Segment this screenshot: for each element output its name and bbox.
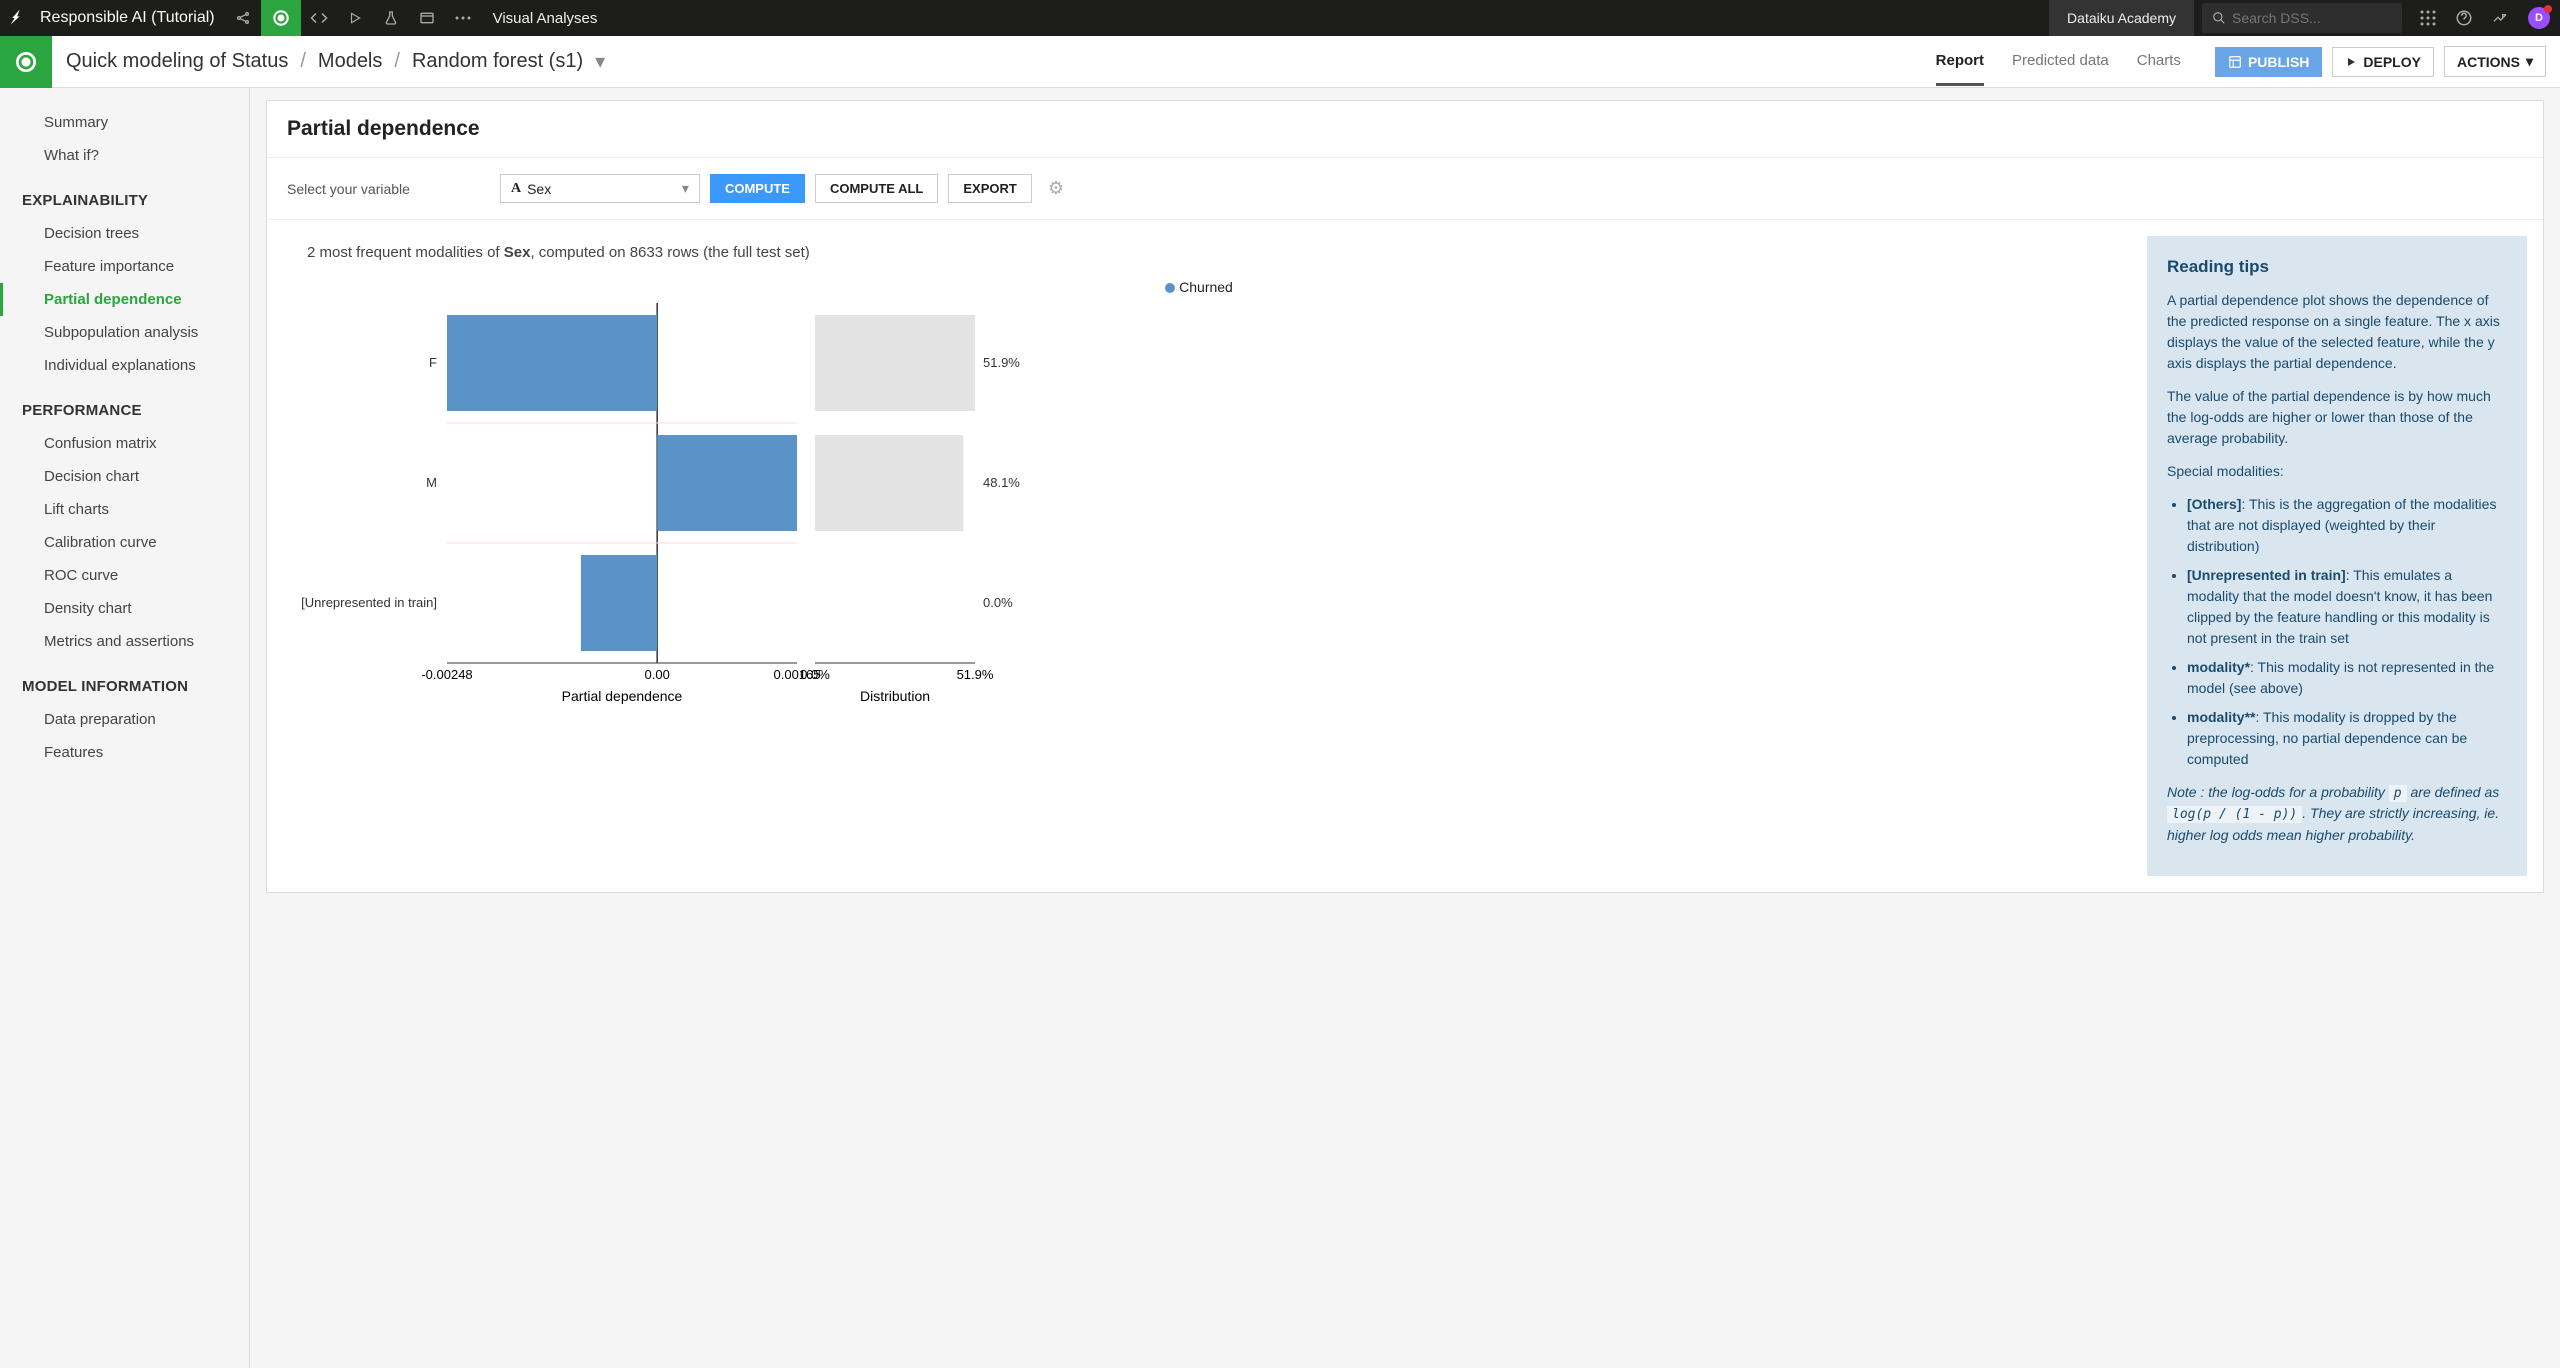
sidebar-section: PERFORMANCE [0, 382, 249, 427]
search-icon [2212, 11, 2226, 25]
tips-bullet: [Unrepresented in train]: This emulates … [2187, 565, 2507, 649]
play-icon[interactable] [337, 0, 373, 36]
compute-all-button[interactable]: COMPUTE ALL [815, 174, 938, 203]
sidebar-item-calibration-curve[interactable]: Calibration curve [0, 526, 249, 559]
sidebar-item-confusion-matrix[interactable]: Confusion matrix [0, 427, 249, 460]
sidebar-item-what-if-[interactable]: What if? [0, 139, 249, 172]
export-button[interactable]: EXPORT [948, 174, 1031, 203]
breadcrumb-item[interactable]: Random forest (s1) [412, 50, 583, 73]
project-icon[interactable] [0, 36, 52, 88]
sidebar-item-individual-explanations[interactable]: Individual explanations [0, 349, 249, 382]
publish-button[interactable]: PUBLISH [2215, 47, 2322, 77]
svg-text:0.00: 0.00 [645, 667, 670, 682]
search-input[interactable] [2232, 10, 2382, 26]
activity-icon[interactable] [2482, 0, 2518, 36]
breadcrumb: Quick modeling of Status / Models / Rand… [52, 49, 605, 74]
svg-text:M: M [426, 475, 437, 490]
apps-icon[interactable] [2410, 0, 2446, 36]
play-icon [2345, 56, 2357, 68]
chart-legend: Churned [287, 279, 2111, 295]
sidebar-item-decision-trees[interactable]: Decision trees [0, 217, 249, 250]
chart-caption: 2 most frequent modalities of Sex, compu… [287, 240, 2111, 279]
select-label: Select your variable [287, 181, 410, 197]
sidebar-item-roc-curve[interactable]: ROC curve [0, 559, 249, 592]
dataiku-logo[interactable] [0, 0, 36, 36]
sidebar-section: EXPLAINABILITY [0, 172, 249, 217]
svg-text:F: F [429, 355, 437, 370]
search-box[interactable] [2202, 3, 2402, 33]
dashboard-icon [2228, 55, 2242, 69]
project-title[interactable]: Responsible AI (Tutorial) [36, 9, 225, 27]
chevron-down-icon: ▾ [2526, 53, 2533, 70]
actions-button[interactable]: ACTIONS ▾ [2444, 46, 2546, 77]
breadcrumb-item[interactable]: Models [318, 50, 382, 73]
gear-icon[interactable]: ⚙ [1042, 178, 1070, 199]
share-icon[interactable] [225, 0, 261, 36]
page-title: Partial dependence [287, 117, 2523, 141]
user-avatar[interactable]: D [2528, 7, 2550, 29]
reading-tips: Reading tips A partial dependence plot s… [2147, 236, 2527, 876]
svg-text:-0.00248: -0.00248 [421, 667, 472, 682]
svg-text:51.9%: 51.9% [957, 667, 994, 682]
academy-link[interactable]: Dataiku Academy [2049, 0, 2194, 36]
sidebar-item-features[interactable]: Features [0, 736, 249, 769]
sidebar-item-lift-charts[interactable]: Lift charts [0, 493, 249, 526]
svg-text:0.0%: 0.0% [983, 595, 1013, 610]
help-icon[interactable] [2446, 0, 2482, 36]
tips-bullet: modality*: This modality is not represen… [2187, 657, 2507, 699]
svg-text:Partial dependence: Partial dependence [562, 688, 683, 704]
sidebar-item-decision-chart[interactable]: Decision chart [0, 460, 249, 493]
font-icon: A [511, 181, 521, 197]
sidebar: SummaryWhat if?EXPLAINABILITYDecision tr… [0, 88, 250, 1368]
svg-text:[Unrepresented in train]: [Unrepresented in train] [301, 595, 437, 610]
variable-select[interactable]: A Sex ▾ [500, 174, 700, 203]
sidebar-item-data-preparation[interactable]: Data preparation [0, 703, 249, 736]
dashboard-icon[interactable] [409, 0, 445, 36]
sidebar-item-subpopulation-analysis[interactable]: Subpopulation analysis [0, 316, 249, 349]
deploy-button[interactable]: DEPLOY [2332, 47, 2434, 77]
chevron-down-icon: ▾ [682, 180, 689, 197]
chevron-down-icon[interactable]: ▾ [595, 49, 605, 74]
flow-icon[interactable] [261, 0, 301, 36]
sidebar-section: MODEL INFORMATION [0, 658, 249, 703]
tips-bullet: modality**: This modality is dropped by … [2187, 707, 2507, 770]
tab-report[interactable]: Report [1936, 38, 1984, 86]
partial-dependence-chart: 51.9% F 48.1% M 0.0% [Unrepresented in train]… [287, 303, 2111, 713]
compute-button[interactable]: COMPUTE [710, 174, 805, 203]
nav-crumb[interactable]: Visual Analyses [481, 10, 610, 27]
sidebar-item-summary[interactable]: Summary [0, 106, 249, 139]
lab-icon[interactable] [373, 0, 409, 36]
sidebar-item-density-chart[interactable]: Density chart [0, 592, 249, 625]
tips-bullet: [Others]: This is the aggregation of the… [2187, 494, 2507, 557]
more-icon[interactable] [445, 0, 481, 36]
tab-charts[interactable]: Charts [2137, 38, 2181, 86]
sidebar-item-partial-dependence[interactable]: Partial dependence [0, 283, 249, 316]
sidebar-item-metrics-and-assertions[interactable]: Metrics and assertions [0, 625, 249, 658]
svg-text:48.1%: 48.1% [983, 475, 1020, 490]
svg-text:Distribution: Distribution [860, 688, 930, 704]
sidebar-item-feature-importance[interactable]: Feature importance [0, 250, 249, 283]
notification-dot [2544, 5, 2552, 13]
code-icon[interactable] [301, 0, 337, 36]
svg-text:51.9%: 51.9% [983, 355, 1020, 370]
tab-predicted-data[interactable]: Predicted data [2012, 38, 2109, 86]
breadcrumb-item[interactable]: Quick modeling of Status [66, 50, 288, 73]
svg-text:0.0%: 0.0% [800, 667, 830, 682]
